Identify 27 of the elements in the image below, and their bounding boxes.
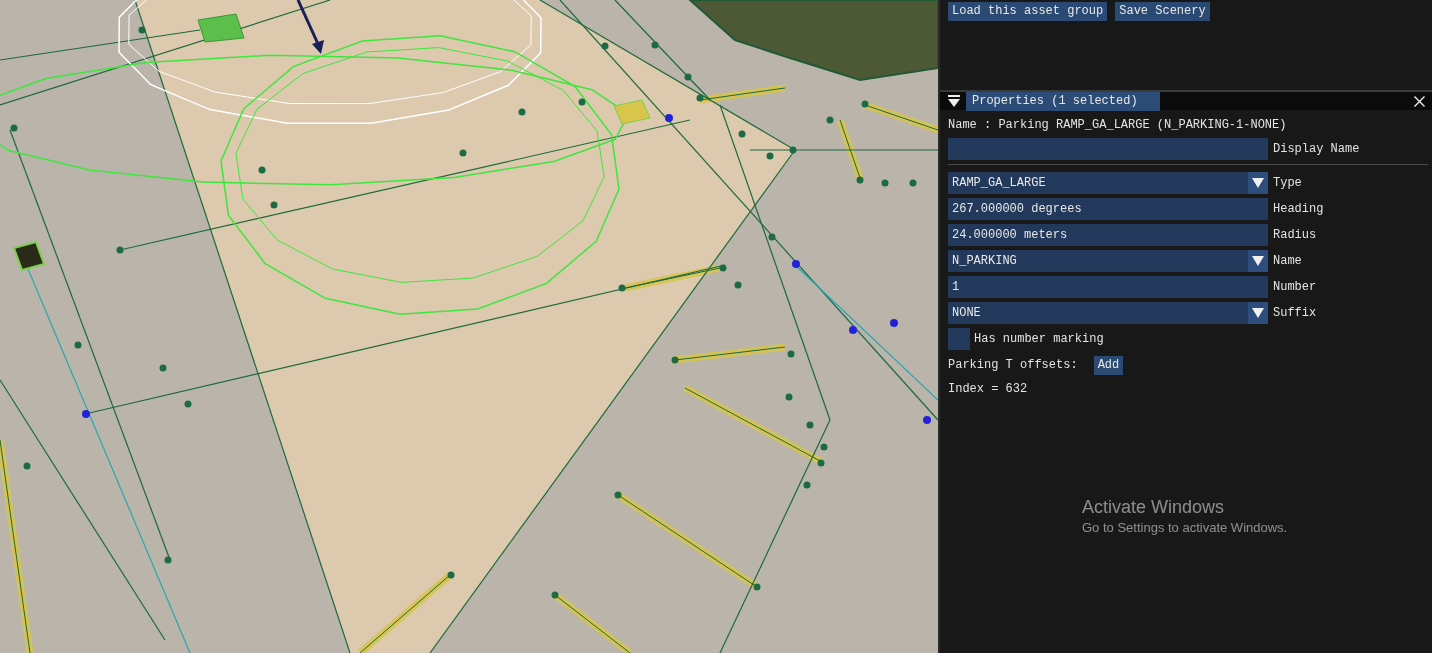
field-label: Heading xyxy=(1272,201,1324,218)
field-label: Display Name xyxy=(1272,141,1360,158)
input-field[interactable]: 24.000000 meters xyxy=(948,224,1268,246)
input-field[interactable] xyxy=(948,138,1268,160)
activation-title: Activate Windows xyxy=(1082,496,1226,518)
collapse-icon[interactable] xyxy=(948,95,960,107)
input-field[interactable]: 267.000000 degrees xyxy=(948,198,1268,220)
toolbar-button[interactable]: Load this asset group xyxy=(948,2,1108,21)
checkbox-label: Has number marking xyxy=(973,331,1104,348)
window-tab[interactable]: Properties (1 selected) xyxy=(966,91,1160,111)
toolbar-button[interactable]: Save Scenery xyxy=(1115,2,1210,21)
field-label: Name xyxy=(1272,253,1302,270)
checkbox[interactable] xyxy=(948,328,970,350)
dropdown-field[interactable]: NONE xyxy=(948,302,1268,324)
field-label: Type xyxy=(1272,175,1302,192)
field-label: Suffix xyxy=(1272,305,1317,322)
dropdown-field[interactable]: RAMP_GA_LARGE xyxy=(948,172,1268,194)
add-button[interactable]: Add xyxy=(1093,355,1124,375)
index-text: Index = 632 xyxy=(948,381,1029,398)
object-name: Name : Parking RAMP_GA_LARGE (N_PARKING-1-NONE) xyxy=(948,117,1288,134)
activation-hint: Go to Settings to activate Windows. xyxy=(1082,519,1288,537)
dropdown-field[interactable]: N_PARKING xyxy=(948,250,1268,272)
close-icon[interactable] xyxy=(1414,95,1425,107)
offsets-label: Parking T offsets: xyxy=(948,357,1078,374)
field-label: Number xyxy=(1272,279,1317,296)
input-field[interactable]: 1 xyxy=(948,276,1268,298)
field-label: Radius xyxy=(1272,227,1317,244)
